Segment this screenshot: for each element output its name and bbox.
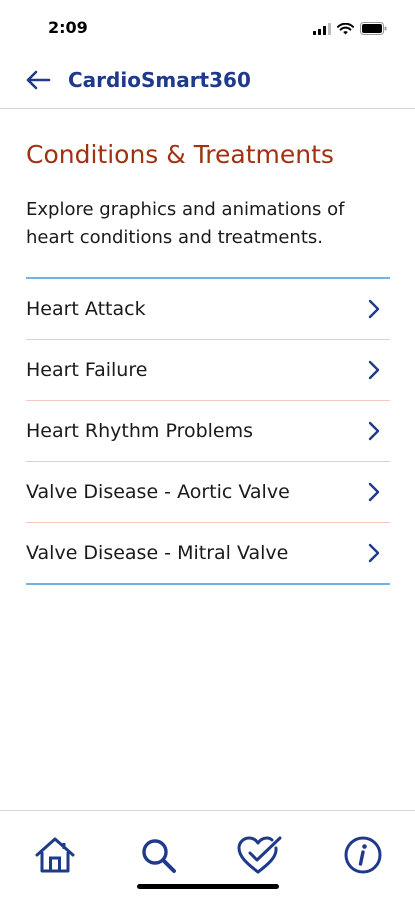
wifi-icon <box>337 20 354 39</box>
list-item-label: Valve Disease - Mitral Valve <box>26 542 289 564</box>
battery-icon <box>360 20 387 39</box>
cellular-signal-icon <box>313 20 331 39</box>
nav-title: CardioSmart360 <box>68 68 251 92</box>
list-item-label: Heart Failure <box>26 359 148 381</box>
heart-check-icon <box>236 834 284 880</box>
conditions-list: Heart Attack Heart Failure Heart Rhythm … <box>26 277 390 585</box>
chevron-right-icon <box>364 299 384 319</box>
chevron-right-icon <box>364 421 384 441</box>
home-indicator <box>137 884 279 889</box>
status-icons <box>313 20 387 39</box>
list-item-heart-attack[interactable]: Heart Attack <box>26 279 390 340</box>
list-item-heart-rhythm-problems[interactable]: Heart Rhythm Problems <box>26 401 390 462</box>
list-item-label: Heart Attack <box>26 298 146 320</box>
chevron-right-icon <box>364 543 384 563</box>
home-icon <box>33 835 77 879</box>
page-description: Explore graphics and animations of heart… <box>26 199 345 248</box>
status-time: 2:09 <box>48 18 88 37</box>
tab-heart-check[interactable] <box>236 833 284 881</box>
tab-search[interactable] <box>134 833 182 881</box>
list-item-label: Heart Rhythm Problems <box>26 420 254 442</box>
search-icon <box>138 835 178 879</box>
tab-home[interactable] <box>31 833 79 881</box>
chevron-right-icon <box>364 482 384 502</box>
tab-info[interactable] <box>339 833 387 881</box>
arrow-left-icon <box>25 69 51 95</box>
list-item-heart-failure[interactable]: Heart Failure <box>26 340 390 401</box>
navigation-bar: CardioSmart360 <box>0 56 415 109</box>
status-bar: 2:09 <box>0 0 415 56</box>
list-item-aortic-valve[interactable]: Valve Disease - Aortic Valve <box>26 462 390 523</box>
back-button[interactable] <box>22 68 54 96</box>
chevron-right-icon <box>364 360 384 380</box>
page-title: Conditions & Treatments <box>26 140 334 169</box>
list-item-mitral-valve[interactable]: Valve Disease - Mitral Valve <box>26 523 390 583</box>
list-item-label: Valve Disease - Aortic Valve <box>26 481 290 503</box>
info-icon <box>343 835 383 879</box>
